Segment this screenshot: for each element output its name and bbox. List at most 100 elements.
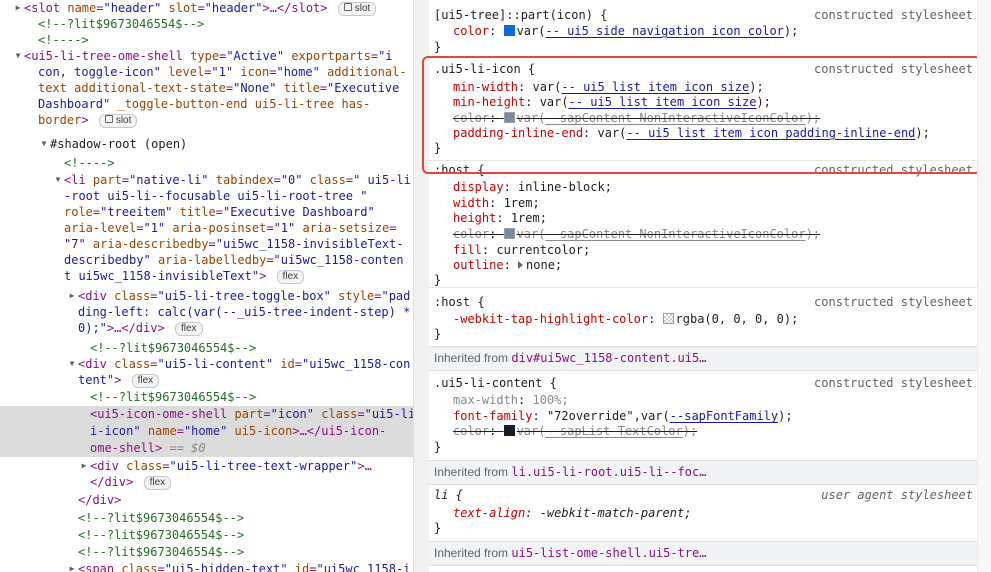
attr-value: i-icon" (90, 424, 141, 438)
css-declaration-overridden[interactable]: color: var(--sapContent_NonInteractiveIc… (453, 110, 820, 126)
css-declaration-overridden[interactable]: color: var(--sapContent_NonInteractiveIc… (453, 226, 820, 242)
shadow-root-node[interactable]: ▼ #shadow-root (open) (0, 136, 413, 152)
selected-marker: == (169, 441, 184, 455)
dom-comment[interactable]: <!----> (0, 32, 413, 48)
rule-selector[interactable]: li { (434, 487, 463, 503)
comment-text: <!--?lit$9673046554$--> (90, 390, 257, 404)
attr-value: "ui5wc_1158-i (316, 562, 411, 572)
rule-source-link[interactable]: constructed stylesheet (814, 7, 973, 23)
expand-arrow-icon[interactable]: ▶ (66, 288, 78, 304)
dom-node-li[interactable]: ▼ <li part="native-li" tabindex="0" class… (0, 172, 413, 188)
flex-badge[interactable]: flex (174, 322, 203, 336)
css-variable-link[interactable]: --sapFontFamily (670, 409, 778, 423)
inherited-from-header: Inherited from ui5-list-ome-shell.ui5-tr… (429, 541, 977, 566)
expand-arrow-icon[interactable]: ▶ (78, 458, 90, 474)
rule-selector[interactable]: [ui5-tree]::part(icon) { (434, 7, 607, 23)
dom-node-toggle-box[interactable]: ▶ <div class="ui5-li-tree-toggle-box" sty… (0, 288, 413, 304)
css-declaration[interactable]: min-width: var(--_ui5_list_item_icon_siz… (453, 79, 764, 95)
css-variable-link[interactable]: --_ui5_side_navigation_icon_color (545, 24, 783, 38)
dom-comment[interactable]: <!--?lit$9673046554$--> (0, 544, 413, 560)
dom-comment[interactable]: <!--?lit$9673046554$--> (0, 389, 413, 405)
css-declaration-overridden[interactable]: color: var(--sapList_TextColor); (453, 423, 697, 439)
dom-comment[interactable]: <!--?lit$9673046554$--> (0, 510, 413, 526)
dom-node-hidden-text[interactable]: ▶ <span class="ui5-hidden-text" id="ui5wc… (0, 561, 413, 572)
rule-source-link[interactable]: constructed stylesheet (814, 375, 973, 391)
inherited-element-link[interactable]: li.ui5-li-root.ui5-li--foc… (511, 465, 706, 479)
css-declaration[interactable]: display: inline-block; (453, 179, 612, 195)
expand-arrow-icon[interactable]: ▶ (66, 561, 78, 572)
dom-comment[interactable]: <!----> (0, 155, 413, 171)
dom-node-icon-selected[interactable]: <ui5-icon-ome-shell part="icon" class="u… (0, 406, 413, 423)
rule-selector[interactable]: :host { (434, 294, 485, 310)
css-declaration[interactable]: text-align: -webkit-match-parent; (453, 505, 691, 521)
dom-node-continuation: con, toggle-icon" level="1" icon="home" … (38, 65, 407, 79)
tag-tail: > (114, 373, 122, 387)
rule-close-brace: } (434, 440, 442, 454)
rule-source-link[interactable]: constructed stylesheet (814, 294, 973, 310)
attr-name: additional-text-state (74, 81, 226, 95)
css-declaration[interactable]: padding-inline-end: var(--_ui5_list_item… (453, 125, 930, 141)
rule-source-link[interactable]: constructed stylesheet (814, 162, 973, 178)
css-declaration[interactable]: font-family: "72override",var(--sapFontF… (453, 408, 793, 424)
css-declaration[interactable]: height: 1rem; (453, 210, 547, 226)
rule-source-label: user agent stylesheet (821, 488, 973, 502)
dom-node-icon-selected-cont[interactable]: ome-shell> == $0 (0, 440, 413, 457)
collapse-arrow-icon[interactable]: ▼ (12, 48, 24, 64)
css-declaration-inactive[interactable]: max-width: 100%; (453, 392, 569, 408)
css-declaration[interactable]: -webkit-tap-highlight-color: rgba(0, 0, … (453, 311, 798, 327)
style-rule-li-ua: li { user agent stylesheet text-align: -… (429, 485, 977, 541)
color-swatch-icon[interactable] (503, 425, 515, 436)
color-swatch-icon[interactable] (662, 313, 674, 324)
dom-node-slot-header[interactable]: ▶ <slot name="header" slot="header">…</sl… (0, 0, 413, 16)
css-variable-link[interactable]: --sapContent_NonInteractiveIconColor (545, 227, 805, 241)
tag-tail: > (259, 269, 267, 283)
style-rule-li-content: .ui5-li-content { constructed stylesheet… (429, 371, 977, 458)
dom-comment[interactable]: <!--?lit$9673046554$--> (0, 16, 413, 32)
collapse-arrow-icon[interactable]: ▼ (66, 356, 78, 372)
expand-triangle-icon[interactable] (518, 261, 524, 269)
dom-comment[interactable]: <!--?lit$9673046554$--> (0, 527, 413, 543)
css-variable-link[interactable]: --sapContent_NonInteractiveIconColor (545, 111, 805, 125)
rule-selector[interactable]: .ui5-li-icon { (434, 61, 535, 77)
dom-closing-tag[interactable]: </div> (0, 492, 413, 508)
attr-value: t ui5wc_1158-invisibleText" (64, 269, 260, 283)
dom-node-li-tree-shell[interactable]: ▼ <ui5-li-tree-ome-shell type="Active" ex… (0, 48, 413, 64)
css-variable-link[interactable]: --_ui5_list_item_icon_size (561, 80, 749, 94)
attr-name: ui5-li-tree (254, 97, 335, 111)
comment-text: <!--?lit$9673046554$--> (38, 17, 205, 31)
slot-badge[interactable]: slot (98, 114, 138, 128)
rule-source-link[interactable]: constructed stylesheet (814, 61, 973, 77)
css-declaration[interactable]: color: var(--_ui5_side_navigation_icon_c… (453, 23, 798, 39)
dom-node-icon-selected-cont[interactable]: i-icon" name="home" ui5-icon>…</ui5-icon… (0, 423, 413, 440)
slot-badge[interactable]: slot (337, 2, 377, 16)
dom-node-li-content[interactable]: ▼ <div class="ui5-li-content" id="ui5wc_1… (0, 356, 413, 372)
color-swatch-icon[interactable] (503, 112, 515, 123)
dom-comment[interactable]: <!--?lit$9673046554$--> (0, 340, 413, 356)
css-declaration[interactable]: width: 1rem; (453, 195, 540, 211)
flex-badge[interactable]: flex (131, 374, 160, 388)
css-variable-link[interactable]: --sapList_TextColor (545, 424, 682, 438)
expand-arrow-icon[interactable]: ▶ (12, 0, 24, 16)
css-declaration[interactable]: outline: none; (453, 257, 562, 273)
elements-scrollbar[interactable] (413, 0, 429, 572)
css-variable-link[interactable]: --_ui5_list_item_icon_padding-inline-end (626, 126, 915, 140)
dom-node-text-wrapper[interactable]: ▶ <div class="ui5-li-tree-text-wrapper">… (0, 458, 413, 474)
collapse-arrow-icon[interactable]: ▼ (52, 172, 64, 188)
css-variable-link[interactable]: --_ui5_list_item_icon_size (569, 95, 757, 109)
rule-selector[interactable]: .ui5-li-content { (434, 375, 557, 391)
color-swatch-icon[interactable] (503, 25, 515, 36)
css-declaration[interactable]: min-height: var(--_ui5_list_item_icon_si… (453, 94, 771, 110)
elements-tree-panel: ▶ <slot name="header" slot="header">…</sl… (0, 0, 413, 572)
attr-value: "pad (381, 289, 411, 303)
color-swatch-icon[interactable] (503, 228, 515, 239)
rule-selector[interactable]: :host { (434, 162, 485, 178)
collapse-arrow-icon[interactable]: ▼ (38, 136, 50, 152)
flex-badge[interactable]: flex (143, 476, 172, 490)
styles-scrollbar[interactable] (977, 0, 991, 572)
inherited-element-link[interactable]: ui5-list-ome-shell.ui5-tre… (511, 546, 706, 560)
inherited-element-link[interactable]: div#ui5wc_1158-content.ui5… (511, 351, 706, 365)
css-declaration[interactable]: fill: currentcolor; (453, 242, 590, 258)
attr-value: Dashboard" (38, 97, 111, 111)
dom-node-continuation: text additional-text-state="None" title=… (38, 81, 400, 95)
flex-badge[interactable]: flex (276, 270, 305, 284)
